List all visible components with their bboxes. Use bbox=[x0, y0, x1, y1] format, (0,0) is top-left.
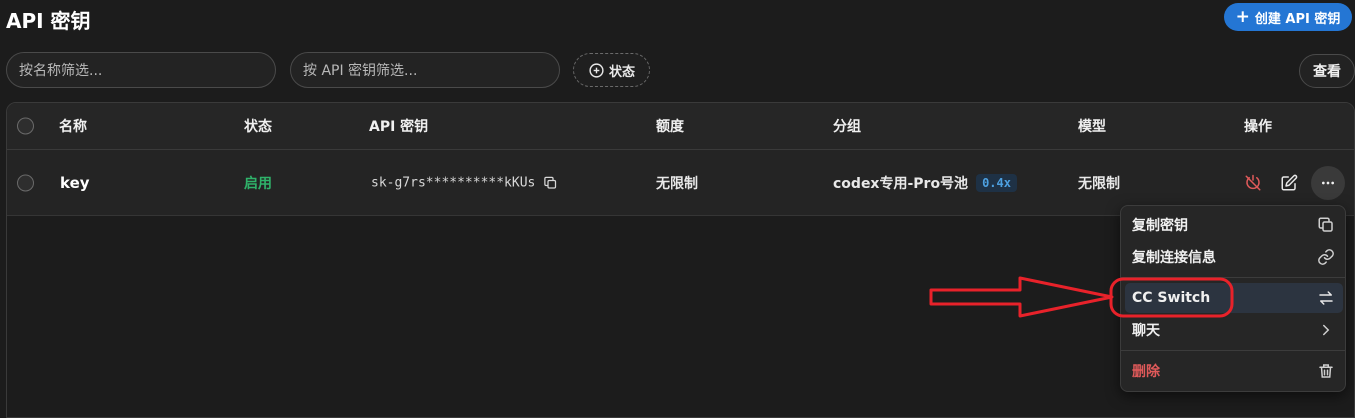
menu-item-label: 聊天 bbox=[1132, 323, 1160, 339]
key-filter-input[interactable]: 按 API 密钥筛选... bbox=[290, 52, 560, 88]
menu-item-cc-switch[interactable]: CC Switch bbox=[1125, 283, 1343, 313]
header-quota[interactable]: 额度 bbox=[656, 116, 684, 136]
create-api-key-button[interactable]: + 创建 API 密钥 bbox=[1224, 3, 1352, 31]
menu-divider bbox=[1121, 350, 1345, 351]
row-quota: 无限制 bbox=[656, 175, 698, 192]
copy-key-icon[interactable] bbox=[543, 175, 558, 190]
disable-icon[interactable] bbox=[1244, 174, 1262, 192]
row-api-key-cell: sk-g7rs**********kKUs bbox=[371, 175, 558, 190]
menu-divider bbox=[1121, 277, 1345, 278]
edit-icon[interactable] bbox=[1280, 174, 1298, 192]
menu-item-copy-connection[interactable]: 复制连接信息 bbox=[1125, 242, 1343, 272]
more-horizontal-icon bbox=[1322, 181, 1334, 185]
menu-item-delete[interactable]: 删除 bbox=[1125, 356, 1343, 386]
page-title: API 密钥 bbox=[6, 9, 91, 33]
group-ratio-badge: 0.4x bbox=[976, 173, 1017, 192]
status-filter-label: 状态 bbox=[608, 64, 635, 80]
copy-icon bbox=[1318, 217, 1333, 232]
create-api-key-label: 创建 API 密钥 bbox=[1254, 11, 1341, 27]
header-name[interactable]: 名称 bbox=[59, 116, 87, 136]
view-button[interactable]: 查看 bbox=[1299, 54, 1355, 88]
menu-item-label: CC Switch bbox=[1132, 290, 1211, 306]
row-checkbox[interactable] bbox=[17, 174, 34, 191]
chevron-right-icon bbox=[1323, 324, 1330, 336]
row-group: codex专用-Pro号池 bbox=[833, 175, 969, 192]
status-filter-button[interactable]: 状态 bbox=[573, 53, 650, 87]
table-header: 名称 状态 API 密钥 额度 分组 模型 操作 bbox=[7, 103, 1354, 150]
menu-item-label: 删除 bbox=[1132, 364, 1160, 380]
header-model[interactable]: 模型 bbox=[1078, 116, 1106, 136]
header-status[interactable]: 状态 bbox=[244, 116, 272, 136]
row-name: key bbox=[60, 173, 90, 192]
row-api-key: sk-g7rs**********kKUs bbox=[371, 175, 536, 190]
swap-icon bbox=[1319, 291, 1333, 305]
row-status: 启用 bbox=[244, 175, 272, 192]
more-actions-button[interactable] bbox=[1311, 166, 1345, 200]
menu-item-chat[interactable]: 聊天 bbox=[1125, 315, 1343, 345]
header-group[interactable]: 分组 bbox=[833, 116, 861, 136]
menu-item-label: 复制密钥 bbox=[1132, 218, 1188, 234]
select-all-checkbox[interactable] bbox=[17, 117, 34, 135]
menu-item-copy-key[interactable]: 复制密钥 bbox=[1125, 210, 1343, 240]
row-model: 无限制 bbox=[1078, 175, 1120, 192]
actions-dropdown-menu: 复制密钥 复制连接信息 CC Switch 聊天 删除 bbox=[1120, 205, 1346, 392]
menu-item-label: 复制连接信息 bbox=[1132, 250, 1216, 266]
header-actions: 操作 bbox=[1244, 119, 1272, 135]
row-group-cell: codex专用-Pro号池 0.4x bbox=[833, 173, 1017, 193]
plus-icon: + bbox=[1235, 6, 1250, 27]
trash-icon bbox=[1319, 364, 1333, 378]
plus-circle-icon bbox=[589, 62, 604, 78]
name-filter-input[interactable]: 按名称筛选... bbox=[6, 52, 276, 88]
header-api-key[interactable]: API 密钥 bbox=[369, 116, 428, 136]
link-icon bbox=[1318, 249, 1334, 265]
